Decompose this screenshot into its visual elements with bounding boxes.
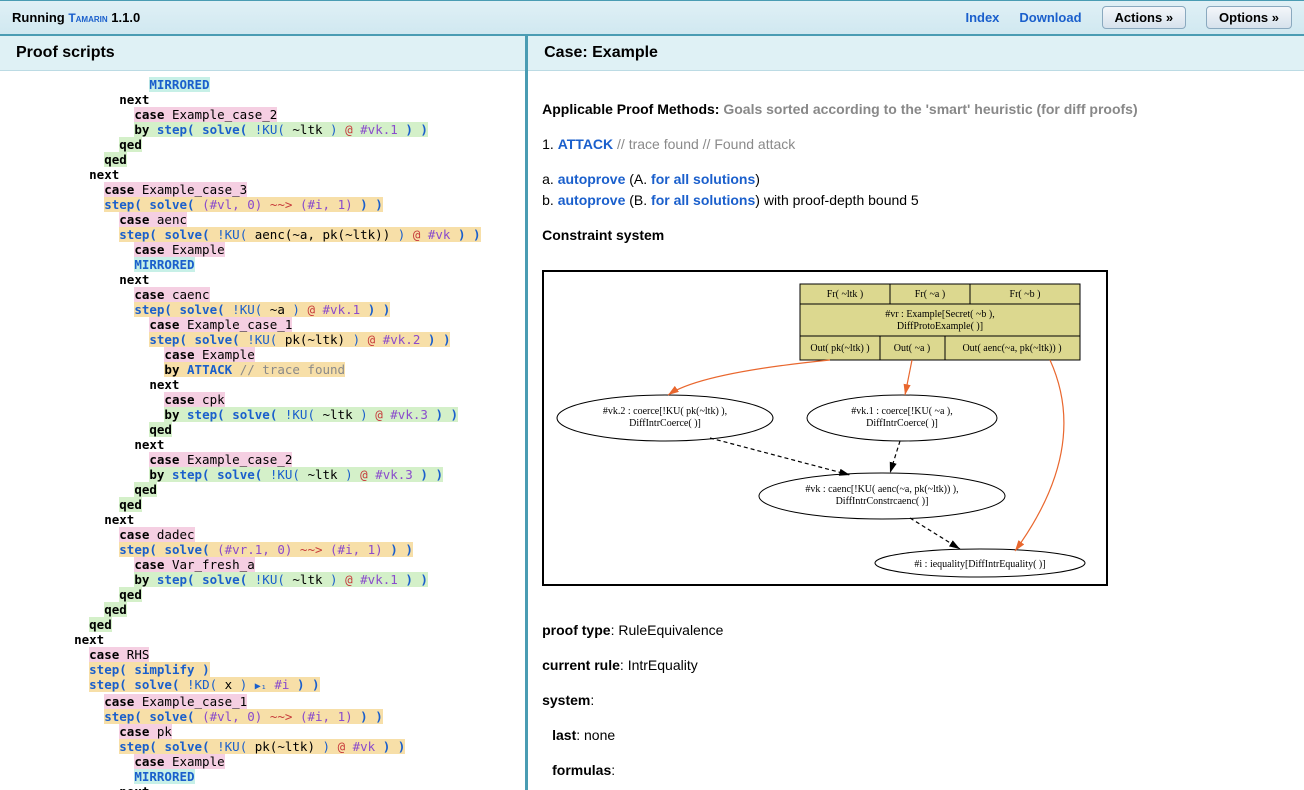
method-a: a. autoprove (A. for all solutions)	[542, 169, 1290, 190]
for-all-a[interactable]: for all solutions	[651, 171, 755, 187]
svg-text:Out( aenc(~a, pk(~ltk)) ): Out( aenc(~a, pk(~ltk)) )	[963, 343, 1062, 354]
proof-line: case Example	[4, 347, 525, 362]
proof-line: step( solve( !KU( pk(~ltk) ) @ #vk.2 ) )	[4, 332, 525, 347]
proof-line: qed	[4, 482, 525, 497]
proof-line: case Example	[4, 242, 525, 257]
svg-text:Out( pk(~ltk) ): Out( pk(~ltk) )	[810, 343, 869, 354]
proof-line: qed	[4, 617, 525, 632]
proof-line: case Example	[4, 754, 525, 769]
proof-line: by step( solve( !KU( ~ltk ) @ #vk.3 ) )	[4, 467, 525, 482]
proof-line: next	[4, 272, 525, 287]
svg-text:DiffIntrCoerce( )]: DiffIntrCoerce( )]	[866, 418, 938, 429]
proof-line: next	[4, 784, 525, 790]
proof-type: proof type: RuleEquivalence	[542, 620, 1290, 641]
proof-line: next	[4, 512, 525, 527]
proof-line: case Example_case_1	[4, 317, 525, 332]
svg-text:DiffIntrConstrcaenc( )]: DiffIntrConstrcaenc( )]	[836, 496, 929, 507]
proof-line: by ATTACK // trace found	[4, 362, 525, 377]
svg-text:Fr( ~a ): Fr( ~a )	[915, 289, 945, 300]
formulas: formulas:	[552, 760, 1290, 781]
index-link[interactable]: Index	[965, 10, 999, 25]
applicable-proof-methods: Applicable Proof Methods: Goals sorted a…	[542, 99, 1290, 120]
proof-line: next	[4, 167, 525, 182]
proof-line: qed	[4, 152, 525, 167]
proof-scripts-pane: Proof scripts MIRRORED next case Example…	[0, 36, 528, 790]
proof-line: by step( solve( !KU( ~ltk ) @ #vk.1 ) )	[4, 122, 525, 137]
proof-line: step( solve( (#vr.1, 0) ~~> (#i, 1) ) )	[4, 542, 525, 557]
method-b: b. autoprove (B. for all solutions) with…	[542, 190, 1290, 211]
proof-line: step( solve( (#vl, 0) ~~> (#i, 1) ) )	[4, 709, 525, 724]
proof-line: step( solve( !KU( pk(~ltk) ) @ #vk ) )	[4, 739, 525, 754]
proof-line: case pk	[4, 724, 525, 739]
proof-line: step( solve( !KD( x ) ▶₁ #i ) )	[4, 677, 525, 694]
proof-line: case caenc	[4, 287, 525, 302]
autoprove-a[interactable]: autoprove	[558, 171, 626, 187]
svg-text:#vr : Example[Secret( ~b ),: #vr : Example[Secret( ~b ),	[885, 309, 995, 320]
case-content: Applicable Proof Methods: Goals sorted a…	[528, 71, 1304, 790]
svg-text:#i : iequality[DiffIntrEqualit: #i : iequality[DiffIntrEquality( )]	[915, 559, 1046, 570]
proof-scripts-header: Proof scripts	[0, 36, 525, 71]
svg-text:#vk : caenc[!KU( aenc(~a, pk(~: #vk : caenc[!KU( aenc(~a, pk(~ltk)) ),	[805, 484, 958, 495]
proof-line: next	[4, 437, 525, 452]
svg-text:#vk.2 : coerce[!KU( pk(~ltk) ): #vk.2 : coerce[!KU( pk(~ltk) ),	[603, 406, 727, 417]
proof-line: case Example_case_1	[4, 694, 525, 709]
svg-text:DiffIntrCoerce( )]: DiffIntrCoerce( )]	[629, 418, 701, 429]
proof-line: by step( solve( !KU( ~ltk ) @ #vk.1 ) )	[4, 572, 525, 587]
proof-line: case Example_case_3	[4, 182, 525, 197]
proof-line: next	[4, 377, 525, 392]
autoprove-b[interactable]: autoprove	[558, 192, 626, 208]
options-menu[interactable]: Options »	[1206, 6, 1292, 29]
proof-line: case aenc	[4, 212, 525, 227]
proof-line: by step( solve( !KU( ~ltk ) @ #vk.3 ) )	[4, 407, 525, 422]
proof-line: qed	[4, 497, 525, 512]
proof-line: qed	[4, 137, 525, 152]
topbar: Running Tamarin 1.1.0 Index Download Act…	[0, 0, 1304, 36]
proof-scripts-body[interactable]: MIRRORED next case Example_case_2 by ste…	[0, 71, 525, 790]
proof-line: next	[4, 92, 525, 107]
app-title: Running Tamarin 1.1.0	[12, 10, 140, 25]
svg-text:DiffProtoExample( )]: DiffProtoExample( )]	[897, 321, 983, 332]
proof-line: case dadec	[4, 527, 525, 542]
proof-line: MIRRORED	[4, 77, 525, 92]
proof-line: qed	[4, 587, 525, 602]
proof-line: next	[4, 632, 525, 647]
svg-text:#vk.1 : coerce[!KU( ~a ),: #vk.1 : coerce[!KU( ~a ),	[851, 406, 952, 417]
proof-line: case Example_case_2	[4, 107, 525, 122]
proof-code[interactable]: MIRRORED next case Example_case_2 by ste…	[0, 71, 525, 790]
system: system:	[542, 690, 1290, 711]
proof-line: qed	[4, 602, 525, 617]
case-header: Case: Example	[528, 36, 1304, 71]
current-rule: current rule: IntrEquality	[542, 655, 1290, 676]
constraint-system-title: Constraint system	[542, 225, 1290, 246]
case-body[interactable]: Applicable Proof Methods: Goals sorted a…	[528, 71, 1304, 790]
proof-line: case cpk	[4, 392, 525, 407]
svg-text:Fr( ~b ): Fr( ~b )	[1010, 289, 1041, 300]
actions-menu[interactable]: Actions »	[1102, 6, 1187, 29]
main: Proof scripts MIRRORED next case Example…	[0, 36, 1304, 790]
method-attack[interactable]: ATTACK	[558, 136, 613, 152]
svg-text:Fr( ~ltk ): Fr( ~ltk )	[827, 289, 864, 300]
for-all-b[interactable]: for all solutions	[651, 192, 755, 208]
proof-line: MIRRORED	[4, 769, 525, 784]
proof-line: case Var_fresh_a	[4, 557, 525, 572]
svg-text:Out( ~a ): Out( ~a )	[894, 343, 931, 354]
case-pane: Case: Example Applicable Proof Methods: …	[528, 36, 1304, 790]
proof-line: qed	[4, 422, 525, 437]
last: last: none	[552, 725, 1290, 746]
proof-line: MIRRORED	[4, 257, 525, 272]
proof-line: step( solve( !KU( aenc(~a, pk(~ltk)) ) @…	[4, 227, 525, 242]
proof-line: case RHS	[4, 647, 525, 662]
method-1: 1. ATTACK // trace found // Found attack	[542, 134, 1290, 155]
proof-line: case Example_case_2	[4, 452, 525, 467]
constraint-system-graph: Fr( ~ltk ) Fr( ~a ) Fr( ~b ) #vr : Examp…	[542, 270, 1108, 586]
download-link[interactable]: Download	[1019, 10, 1081, 25]
topbar-actions: Index Download Actions » Options »	[965, 6, 1292, 29]
proof-line: step( solve( (#vl, 0) ~~> (#i, 1) ) )	[4, 197, 525, 212]
proof-line: step( solve( !KU( ~a ) @ #vk.1 ) )	[4, 302, 525, 317]
proof-line: step( simplify )	[4, 662, 525, 677]
